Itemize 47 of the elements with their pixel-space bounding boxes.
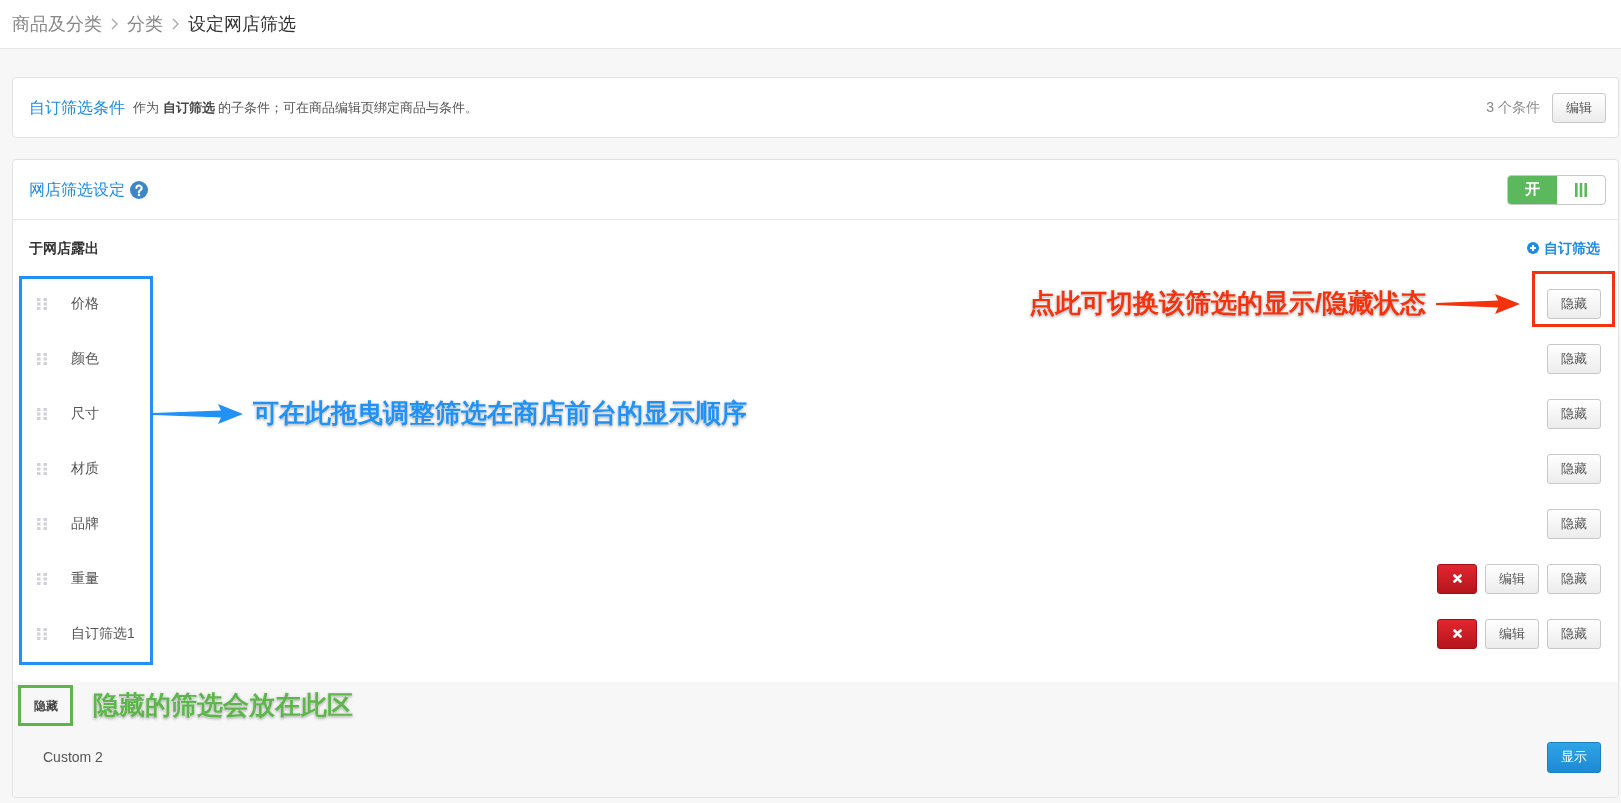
breadcrumb-link[interactable]: 商品及分类	[12, 10, 102, 38]
card-description: 作为 自订筛选 的子条件；可在商品编辑页绑定商品与条件。	[133, 98, 479, 117]
edit-button[interactable]: 编辑	[1485, 618, 1539, 649]
edit-button[interactable]: 编辑	[1485, 563, 1539, 594]
filter-name: 重量	[71, 569, 99, 588]
delete-button[interactable]	[1437, 563, 1477, 594]
drag-handle-icon[interactable]	[37, 627, 47, 640]
plus-circle-icon	[1527, 242, 1539, 254]
drag-handle-icon[interactable]	[37, 352, 47, 365]
filter-name: 颜色	[71, 349, 99, 368]
add-filter-link[interactable]: 自订筛选	[1527, 237, 1600, 259]
cross-icon	[1452, 574, 1462, 583]
edit-button[interactable]: 编辑	[1552, 92, 1606, 123]
section-title: 网店筛选设定	[29, 179, 125, 200]
drag-handle-icon[interactable]	[37, 462, 47, 475]
breadcrumb-link[interactable]: 分类	[127, 10, 163, 38]
section-heading: 于网店露出	[29, 238, 99, 258]
hide-button[interactable]: 隐藏	[1547, 398, 1601, 429]
drag-handle-icon[interactable]	[37, 407, 47, 420]
section-heading: 隐藏	[33, 697, 58, 715]
drag-handle-icon[interactable]	[37, 517, 47, 530]
filter-name: 价格	[71, 294, 99, 313]
cross-icon	[1452, 629, 1462, 638]
filter-name: 品牌	[71, 514, 99, 533]
chevron-right-icon	[172, 18, 179, 30]
breadcrumb-current: 设定网店筛选	[188, 12, 296, 36]
hide-button[interactable]: 隐藏	[1547, 508, 1601, 539]
annotation-text: 点此可切换该筛选的显示/隐藏状态	[1028, 287, 1426, 320]
filter-name: 材质	[71, 459, 99, 478]
filter-name: 自订筛选1	[71, 624, 135, 643]
drag-handle-icon[interactable]	[37, 297, 47, 310]
hide-button[interactable]: 隐藏	[1547, 618, 1601, 649]
card-title: 自订筛选条件	[29, 97, 125, 118]
annotation-text: 可在此拖曳调整筛选在商店前台的显示顺序	[253, 397, 747, 430]
chevron-right-icon	[111, 18, 118, 30]
hide-button[interactable]: 隐藏	[1547, 563, 1601, 594]
filter-name: Custom 2	[43, 747, 103, 767]
annotation-text: 隐藏的筛选会放在此区	[93, 689, 353, 722]
hide-button[interactable]: 隐藏	[1547, 453, 1601, 484]
bars-icon	[1574, 182, 1587, 197]
help-icon[interactable]	[130, 180, 148, 199]
filter-name: 尺寸	[71, 404, 99, 423]
delete-button[interactable]	[1437, 618, 1477, 649]
drag-handle-icon[interactable]	[37, 572, 47, 585]
hide-button[interactable]: 隐藏	[1547, 343, 1601, 374]
condition-count: 3 个条件	[1486, 98, 1540, 117]
hide-button[interactable]: 隐藏	[1547, 288, 1601, 319]
